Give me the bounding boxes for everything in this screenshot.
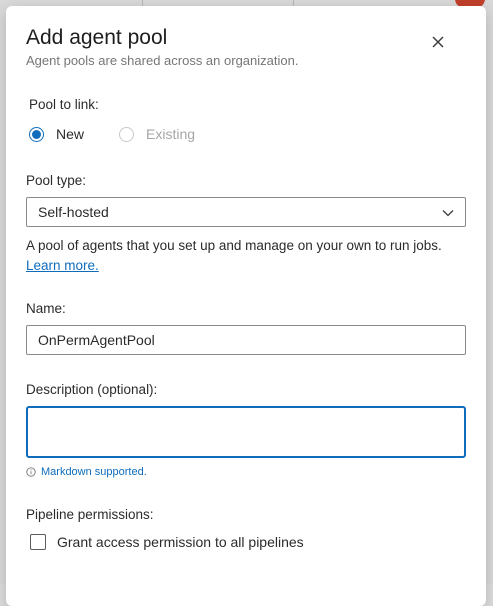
radio-new[interactable]: New — [29, 126, 84, 142]
grant-access-checkbox[interactable] — [30, 534, 46, 550]
radio-existing[interactable]: Existing — [119, 126, 195, 142]
learn-more-link[interactable]: Learn more. — [26, 258, 99, 273]
pool-type-dropdown[interactable]: Self-hosted — [26, 197, 466, 227]
markdown-hint-text: Markdown supported. — [41, 466, 147, 478]
pool-to-link-label: Pool to link: — [29, 97, 99, 112]
pool-type-selected-value: Self-hosted — [38, 204, 109, 220]
pool-type-description: A pool of agents that you set up and man… — [26, 238, 442, 253]
dialog-title: Add agent pool — [26, 26, 168, 49]
radio-existing-button[interactable] — [119, 126, 134, 142]
add-agent-pool-dialog: Add agent pool Agent pools are shared ac… — [6, 6, 486, 606]
grant-access-row[interactable]: Grant access permission to all pipelines — [30, 534, 304, 550]
radio-new-label: New — [56, 126, 85, 142]
pool-type-help-text: A pool of agents that you set up and man… — [26, 236, 446, 276]
description-input[interactable] — [26, 406, 466, 458]
name-label: Name: — [26, 301, 66, 316]
dialog-subtitle: Agent pools are shared across an organiz… — [26, 53, 299, 68]
grant-access-label: Grant access permission to all pipelines — [57, 534, 304, 550]
chevron-down-icon — [442, 210, 454, 217]
name-input[interactable] — [26, 325, 466, 355]
pool-type-label: Pool type: — [26, 173, 87, 188]
close-button[interactable] — [426, 30, 450, 54]
close-icon — [432, 36, 444, 48]
info-icon — [26, 467, 36, 477]
radio-new-button[interactable] — [29, 126, 44, 142]
description-label: Description (optional): — [26, 382, 158, 397]
radio-existing-label: Existing — [146, 126, 196, 142]
markdown-hint: Markdown supported. — [26, 466, 147, 478]
pipeline-permissions-label: Pipeline permissions: — [26, 507, 154, 522]
